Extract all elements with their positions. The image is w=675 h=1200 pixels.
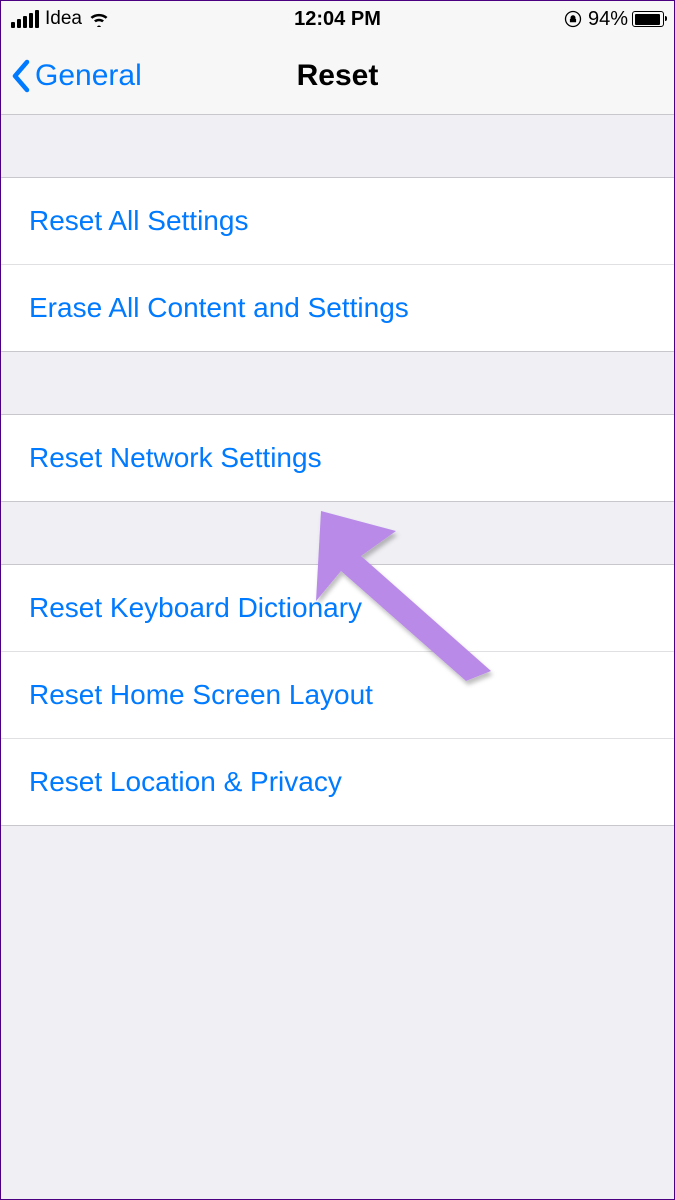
- battery-icon: [632, 11, 664, 27]
- section-gap: [1, 502, 674, 564]
- reset-group-2: Reset Network Settings: [1, 414, 674, 502]
- reset-location-privacy-button[interactable]: Reset Location & Privacy: [1, 739, 674, 825]
- reset-group-1: Reset All Settings Erase All Content and…: [1, 177, 674, 352]
- navigation-bar: General Reset: [1, 37, 674, 115]
- chevron-left-icon: [11, 59, 31, 93]
- back-label: General: [35, 59, 142, 93]
- battery-percent: 94%: [588, 8, 628, 31]
- battery-indicator: 94%: [588, 8, 664, 31]
- signal-bars-icon: [11, 10, 39, 28]
- rotation-lock-icon: [564, 10, 582, 28]
- reset-home-screen-layout-button[interactable]: Reset Home Screen Layout: [1, 652, 674, 739]
- reset-keyboard-dictionary-button[interactable]: Reset Keyboard Dictionary: [1, 565, 674, 652]
- page-title: Reset: [297, 59, 379, 93]
- section-gap: [1, 115, 674, 177]
- reset-group-3: Reset Keyboard Dictionary Reset Home Scr…: [1, 564, 674, 826]
- section-gap: [1, 352, 674, 414]
- back-button[interactable]: General: [11, 59, 142, 93]
- carrier-label: Idea: [45, 8, 82, 30]
- reset-network-settings-button[interactable]: Reset Network Settings: [1, 415, 674, 501]
- status-left: Idea: [11, 8, 110, 30]
- status-right: 94%: [564, 8, 664, 31]
- status-bar: Idea 12:04 PM 94%: [1, 1, 674, 37]
- erase-all-content-button[interactable]: Erase All Content and Settings: [1, 265, 674, 351]
- reset-all-settings-button[interactable]: Reset All Settings: [1, 178, 674, 265]
- wifi-icon: [88, 11, 110, 27]
- status-time: 12:04 PM: [294, 8, 381, 31]
